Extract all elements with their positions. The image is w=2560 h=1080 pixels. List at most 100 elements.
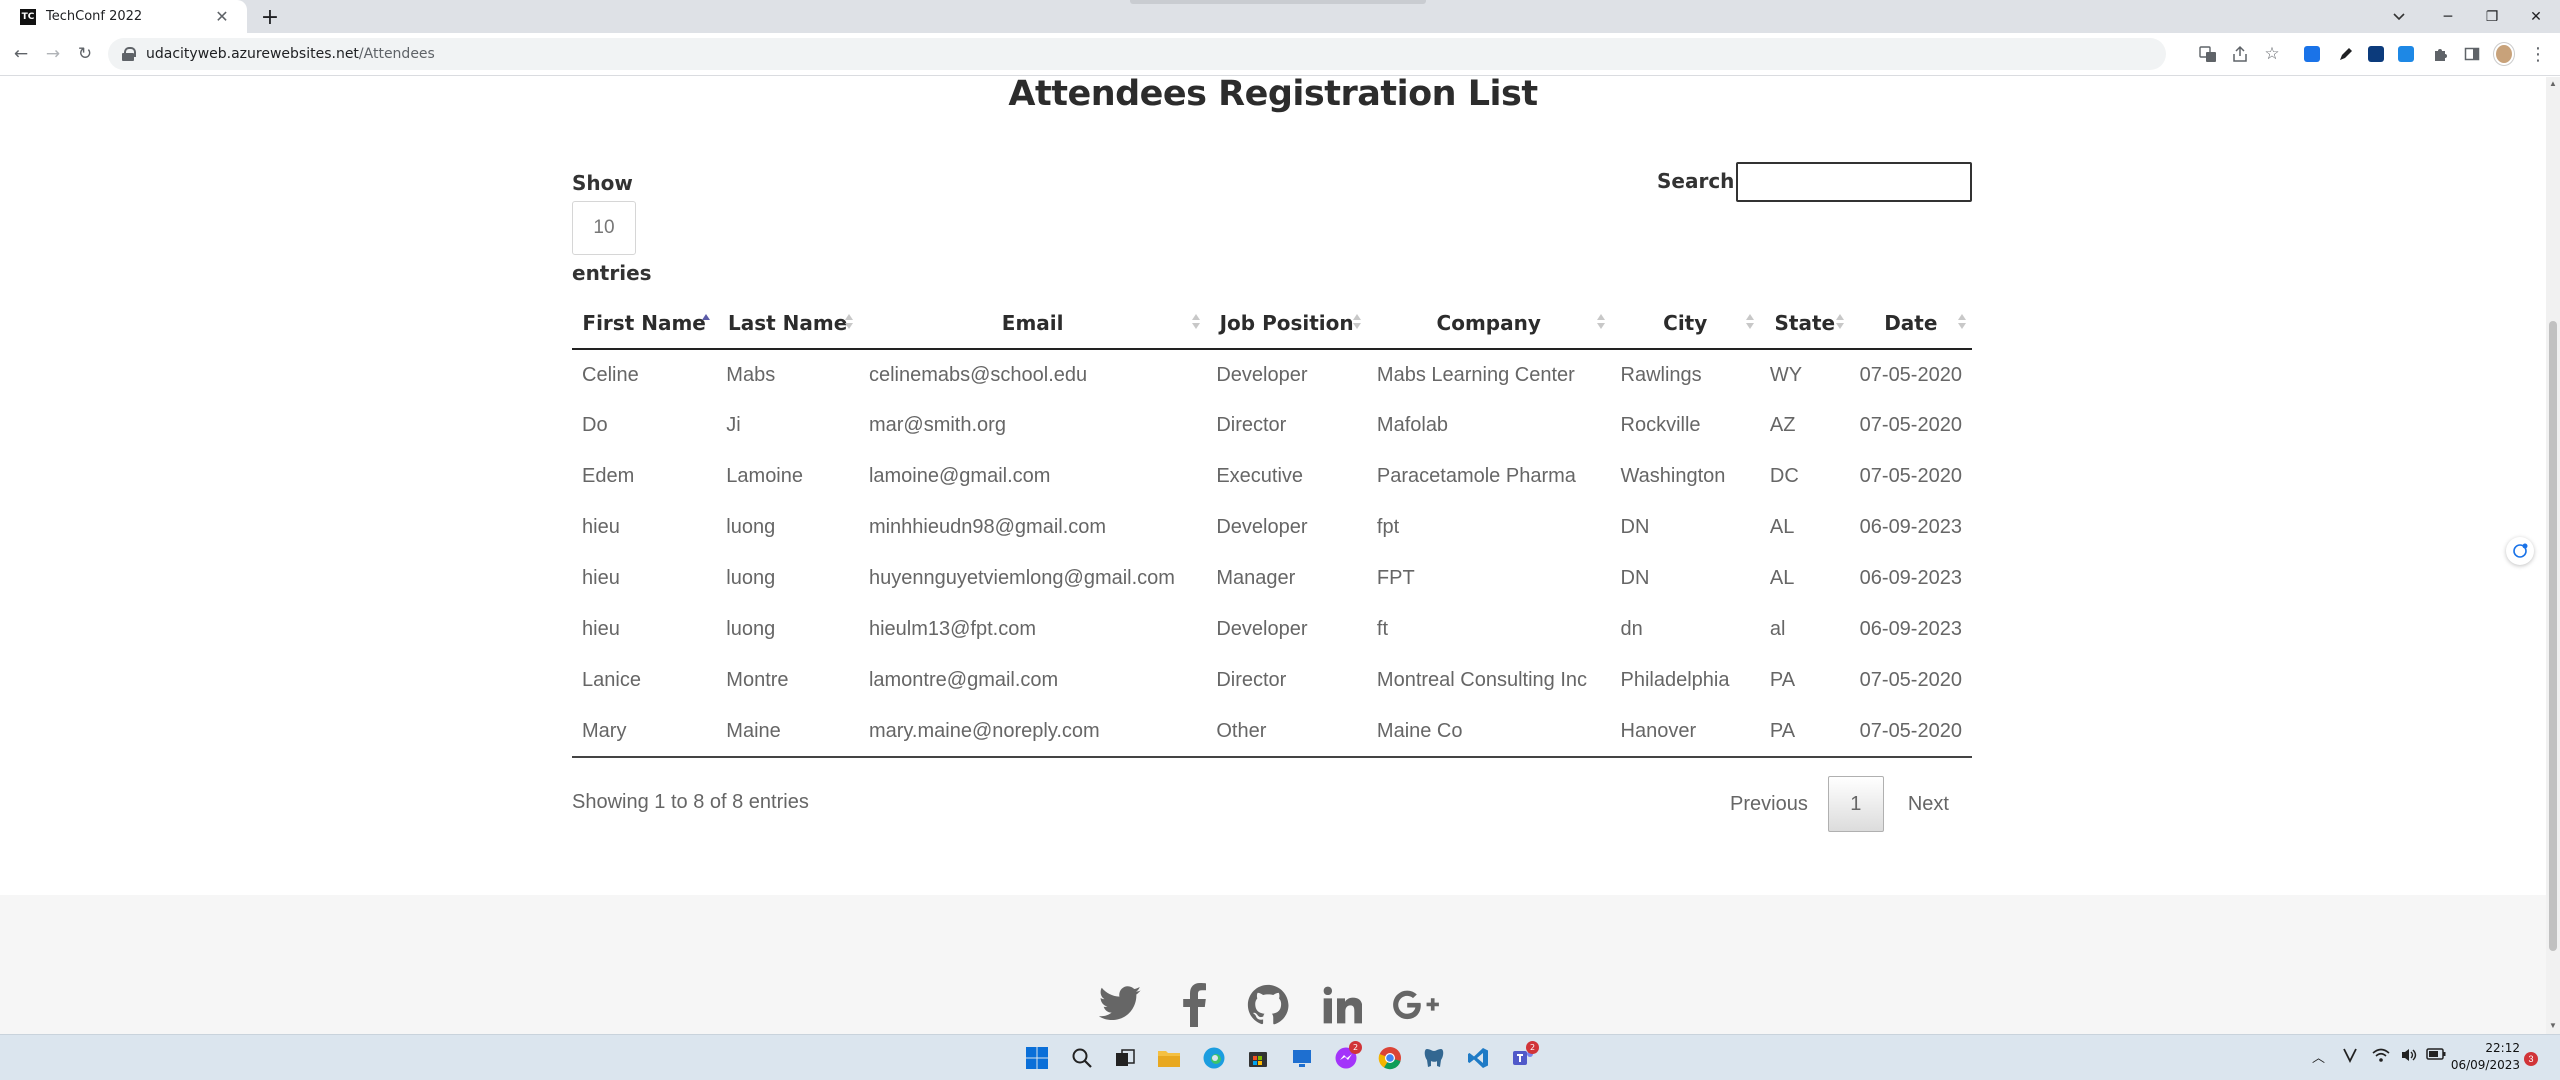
messenger-icon[interactable]: 2	[1331, 1041, 1362, 1073]
linkedin-icon[interactable]	[1318, 983, 1366, 1027]
column-label: City	[1663, 310, 1708, 335]
restore-icon[interactable]: ❐	[2474, 0, 2510, 33]
profile-avatar[interactable]	[2494, 43, 2514, 65]
side-panel-icon[interactable]	[2462, 44, 2482, 64]
tab-close-icon[interactable]: ✕	[211, 6, 233, 28]
url-host: udacityweb.azurewebsites.net	[146, 46, 359, 62]
extension-translate-icon[interactable]	[2302, 44, 2322, 64]
cell-job-position: Director	[1216, 414, 1287, 436]
previous-page-button[interactable]: Previous	[1716, 793, 1828, 816]
edge-browser-icon[interactable]	[1199, 1043, 1229, 1073]
clock-time: 22:12	[2485, 1041, 2520, 1055]
scroll-down-arrow-icon[interactable]: ▼	[2549, 1021, 2557, 1031]
column-header-email[interactable]: Email	[858, 297, 1207, 350]
forward-arrow-icon[interactable]: →	[42, 43, 64, 65]
lock-icon[interactable]	[122, 47, 136, 61]
back-arrow-icon[interactable]: ←	[10, 43, 32, 65]
wifi-icon[interactable]	[2372, 1047, 2390, 1067]
battery-icon[interactable]	[2426, 1047, 2446, 1065]
column-header-first-name[interactable]: First Name	[572, 297, 717, 350]
notification-badge[interactable]: 3	[2524, 1052, 2538, 1066]
cell-city: Washington	[1620, 465, 1726, 487]
github-icon[interactable]	[1244, 983, 1292, 1027]
translate-icon[interactable]	[2198, 44, 2218, 64]
search-input[interactable]	[1736, 162, 1972, 202]
table-row: Lanice Montre lamontre@gmail.com Director Mo…	[572, 655, 1972, 706]
table-row: Do Ji mar@smith.org Director Mafolab Rockvill…	[572, 400, 1972, 451]
minimize-icon[interactable]: ─	[2430, 0, 2466, 33]
cell-city: Hanover	[1610, 706, 1760, 758]
attendees-table: First Name Last Name Email Job Position …	[572, 297, 1972, 758]
cell-last-name: Lamoine	[726, 465, 803, 487]
browser-menu-icon[interactable]: ⋮	[2528, 44, 2548, 65]
page-scrollbar[interactable]: ▲ ▼	[2546, 77, 2560, 1034]
twitter-icon[interactable]	[1096, 983, 1144, 1027]
floating-translate-icon[interactable]	[2506, 537, 2534, 565]
column-header-company[interactable]: Company	[1366, 297, 1611, 350]
extension-download-icon[interactable]	[2396, 44, 2416, 64]
google-plus-icon[interactable]	[1392, 983, 1440, 1027]
task-view-icon[interactable]	[1110, 1043, 1140, 1073]
system-clock[interactable]: 22:12 06/09/2023	[2446, 1040, 2520, 1074]
sort-icon	[1192, 314, 1201, 332]
page-1-button[interactable]: 1	[1827, 776, 1884, 832]
table-row: hieu luong minhhieudn98@gmail.com Developer…	[572, 502, 1972, 553]
scroll-up-arrow-icon[interactable]: ▲	[2549, 79, 2557, 89]
cell-state: AZ	[1769, 414, 1796, 436]
table-row: Edem Lamoine lamoine@gmail.com Executive Par…	[572, 451, 1972, 502]
cell-job-position: Director	[1216, 669, 1287, 691]
column-header-city[interactable]: City	[1610, 297, 1760, 350]
next-page-button[interactable]: Next	[1884, 793, 1971, 816]
scrollbar-thumb[interactable]	[2549, 321, 2557, 951]
column-header-job-position[interactable]: Job Position	[1206, 297, 1367, 350]
taskbar-search-icon[interactable]	[1067, 1043, 1097, 1073]
extension-jira-icon[interactable]	[2366, 44, 2386, 64]
pagination: Previous 1 Next	[1716, 776, 1971, 832]
sort-icon	[1596, 314, 1605, 332]
column-header-state[interactable]: State	[1759, 297, 1850, 350]
windows-start-icon[interactable]	[1022, 1043, 1052, 1073]
close-window-icon[interactable]: ✕	[2518, 0, 2554, 33]
remote-desktop-icon[interactable]	[1287, 1043, 1317, 1073]
facebook-icon[interactable]	[1170, 983, 1218, 1027]
column-label: Job Position	[1219, 310, 1354, 335]
share-icon[interactable]	[2230, 44, 2250, 64]
sort-ascending-icon	[702, 314, 711, 332]
microsoft-store-icon[interactable]	[1243, 1043, 1273, 1073]
extensions-puzzle-icon[interactable]	[2430, 44, 2450, 64]
postgresql-icon[interactable]	[1419, 1043, 1449, 1073]
table-header-row: First Name Last Name Email Job Position …	[572, 297, 1972, 350]
tab-title: TechConf 2022	[46, 9, 143, 24]
tab-search-chevron-icon[interactable]	[2384, 0, 2414, 33]
column-header-date[interactable]: Date	[1849, 297, 1972, 350]
cell-email: mary.maine@noreply.com	[858, 706, 1207, 758]
teams-icon[interactable]: 2	[1508, 1041, 1539, 1073]
cell-state: PA	[1759, 706, 1850, 758]
chrome-icon[interactable]	[1375, 1043, 1405, 1073]
cell-last-name: luong	[726, 516, 776, 538]
address-bar[interactable]: udacityweb.azurewebsites.net/Attendees	[108, 38, 2166, 70]
cell-company: Montreal Consulting Inc	[1376, 669, 1588, 691]
cell-last-name: Ji	[726, 414, 741, 436]
page-footer	[0, 895, 2546, 1034]
cell-company: Mabs Learning Center	[1376, 363, 1575, 386]
entries-per-page-select[interactable]: 10	[572, 201, 636, 255]
bookmark-star-icon[interactable]: ☆	[2262, 44, 2282, 64]
windows-taskbar: 2 2 ︿ 22:12 06/09/2023 3	[0, 1034, 2560, 1080]
cell-city: Rockville	[1620, 414, 1701, 436]
file-explorer-icon[interactable]	[1154, 1043, 1184, 1073]
column-header-last-name[interactable]: Last Name	[716, 297, 859, 350]
teams-badge: 2	[1526, 1041, 1539, 1054]
cell-email: celinemabs@school.edu	[868, 363, 1088, 386]
show-label: Show	[572, 171, 633, 195]
table-row: Mary Maine mary.maine@noreply.com Other Main…	[572, 706, 1972, 758]
vscode-icon[interactable]	[1463, 1043, 1493, 1073]
volume-icon[interactable]	[2400, 1047, 2418, 1067]
show-hidden-icons-chevron-icon[interactable]: ︿	[2312, 1047, 2325, 1066]
entries-label: entries	[572, 261, 652, 285]
new-tab-plus-icon[interactable]: +	[258, 5, 282, 30]
extension-pen-icon[interactable]	[2336, 44, 2356, 64]
reload-icon[interactable]: ↻	[74, 43, 96, 65]
vpn-tray-icon[interactable]	[2342, 1047, 2358, 1067]
browser-tab[interactable]: TC TechConf 2022 ✕	[0, 0, 247, 33]
